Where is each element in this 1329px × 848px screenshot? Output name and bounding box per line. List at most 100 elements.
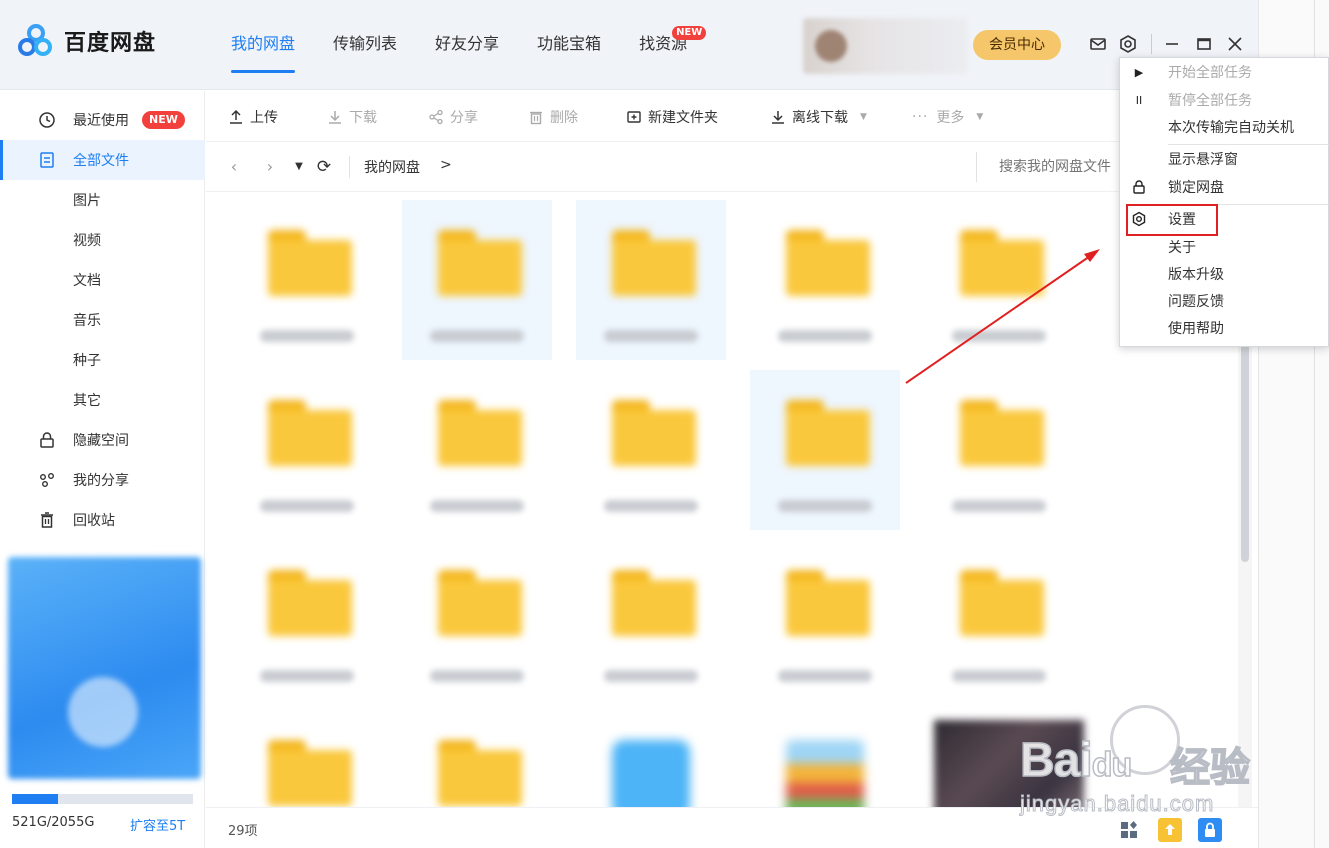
sidebar-item-videos[interactable]: 视频	[0, 220, 205, 260]
file-item[interactable]	[402, 710, 552, 807]
sidebar-item-other[interactable]: 其它	[0, 380, 205, 420]
menu-item-start-all[interactable]: ▶ 开始全部任务	[1120, 60, 1329, 86]
sidebar-item-hidden-space[interactable]: 隐藏空间	[0, 420, 205, 460]
folder-icon	[960, 400, 1044, 466]
promo-banner[interactable]	[8, 557, 201, 779]
refresh-icon[interactable]: ⟳	[314, 157, 334, 177]
mail-icon[interactable]	[1088, 34, 1108, 54]
history-dropdown-icon[interactable]: ▼	[289, 157, 309, 177]
share-button[interactable]: 分享	[428, 91, 478, 142]
sidebar-item-recent[interactable]: 最近使用 NEW	[0, 100, 205, 140]
menu-item-feedback[interactable]: 问题反馈	[1120, 289, 1329, 315]
delete-button[interactable]: 删除	[528, 91, 578, 142]
back-arrow-icon[interactable]: ‹	[224, 157, 244, 177]
expand-storage-link[interactable]: 扩容至5T	[130, 815, 185, 834]
file-name-blurred	[778, 670, 872, 682]
file-item[interactable]	[232, 370, 382, 530]
maximize-icon[interactable]	[1194, 34, 1214, 54]
folder-icon	[438, 740, 522, 806]
more-button[interactable]: ··· 更多 ▼	[912, 91, 983, 142]
tab-find-resources[interactable]: 找资源 NEW	[620, 0, 707, 90]
lock-quick-icon[interactable]	[1198, 818, 1222, 842]
sidebar-item-label: 隐藏空间	[73, 433, 129, 449]
folder-icon	[438, 570, 522, 636]
folder-icon	[786, 570, 870, 636]
file-item[interactable]	[576, 710, 726, 807]
menu-item-auto-shutdown[interactable]: 本次传输完自动关机	[1120, 115, 1329, 141]
menu-item-upgrade[interactable]: 版本升级	[1120, 262, 1329, 288]
search-input[interactable]	[976, 152, 1126, 182]
upload-button[interactable]: 上传	[228, 91, 278, 142]
file-item[interactable]	[750, 710, 900, 807]
play-icon: ▶	[1134, 66, 1144, 79]
file-item[interactable]	[402, 540, 552, 700]
sidebar-item-torrents[interactable]: 种子	[0, 340, 205, 380]
view-toggle-icon[interactable]	[1118, 818, 1142, 842]
menu-item-settings[interactable]: 设置	[1120, 207, 1329, 233]
file-item[interactable]	[576, 200, 726, 360]
menu-item-lock-disk[interactable]: 锁定网盘	[1120, 175, 1329, 201]
sidebar: 最近使用 NEW 全部文件 图片 视频 文档 音乐 种子 其它 隐藏空间 我的分…	[0, 91, 205, 848]
vip-center-button[interactable]: 会员中心	[973, 30, 1061, 60]
divider	[349, 156, 350, 178]
file-name-blurred	[604, 330, 698, 342]
chevron-down-icon: ▼	[860, 111, 867, 122]
tab-my-disk[interactable]: 我的网盘	[212, 0, 314, 90]
sidebar-item-label: 文档	[73, 273, 101, 289]
scrollbar-thumb[interactable]	[1241, 332, 1249, 562]
clock-icon	[38, 111, 56, 129]
file-name-blurred	[952, 670, 1046, 682]
file-item[interactable]	[924, 540, 1074, 700]
upload-quick-icon[interactable]	[1158, 818, 1182, 842]
tab-transfer-list[interactable]: 传输列表	[314, 0, 416, 90]
file-item[interactable]	[576, 370, 726, 530]
sidebar-item-documents[interactable]: 文档	[0, 260, 205, 300]
folder-icon	[438, 230, 522, 296]
title-bar: 百度网盘 我的网盘 传输列表 好友分享 功能宝箱 找资源 NEW 会员中心	[0, 0, 1258, 90]
offline-download-button[interactable]: 离线下载 ▼	[770, 91, 867, 142]
user-profile[interactable]	[803, 18, 968, 74]
sidebar-item-music[interactable]: 音乐	[0, 300, 205, 340]
sidebar-item-all-files[interactable]: 全部文件	[0, 140, 205, 180]
menu-item-floating-window[interactable]: 显示悬浮窗	[1120, 147, 1329, 173]
storage-progress-fill	[12, 794, 58, 804]
sidebar-item-label: 回收站	[73, 513, 115, 529]
file-name-blurred	[430, 330, 524, 342]
sidebar-item-label: 我的分享	[73, 473, 129, 489]
menu-item-pause-all[interactable]: II 暂停全部任务	[1120, 88, 1329, 114]
new-folder-button[interactable]: 新建文件夹	[626, 91, 718, 142]
file-item[interactable]	[402, 370, 552, 530]
folder-icon	[612, 230, 696, 296]
file-item[interactable]	[750, 200, 900, 360]
download-button[interactable]: 下载	[327, 91, 377, 142]
menu-separator	[1168, 144, 1329, 145]
menu-item-about[interactable]: 关于	[1120, 235, 1329, 261]
sidebar-item-my-shares[interactable]: 我的分享	[0, 460, 205, 500]
file-item[interactable]	[576, 540, 726, 700]
navigation-bar: ‹ › ▼ ⟳ 我的网盘 >	[206, 142, 1258, 192]
cloud-logo-icon	[18, 24, 54, 58]
sidebar-item-recycle-bin[interactable]: 回收站	[0, 500, 205, 540]
file-item[interactable]	[232, 710, 382, 807]
folder-icon	[268, 740, 352, 806]
tab-toolbox[interactable]: 功能宝箱	[518, 0, 620, 90]
breadcrumb-root[interactable]: 我的网盘	[364, 157, 420, 177]
tab-friend-share[interactable]: 好友分享	[416, 0, 518, 90]
file-item[interactable]	[750, 370, 900, 530]
close-icon[interactable]	[1225, 34, 1245, 54]
file-name-blurred	[778, 330, 872, 342]
file-item[interactable]	[232, 540, 382, 700]
file-item[interactable]	[402, 200, 552, 360]
file-item[interactable]	[750, 540, 900, 700]
folder-icon	[268, 230, 352, 296]
gear-icon[interactable]	[1118, 34, 1138, 54]
forward-arrow-icon[interactable]: ›	[260, 157, 280, 177]
file-item[interactable]	[232, 200, 382, 360]
menu-item-help[interactable]: 使用帮助	[1120, 316, 1329, 342]
file-item[interactable]	[924, 710, 1084, 807]
file-item[interactable]	[924, 370, 1074, 530]
sidebar-item-pictures[interactable]: 图片	[0, 180, 205, 220]
gear-icon	[1130, 211, 1148, 229]
folder-icon	[612, 570, 696, 636]
minimize-icon[interactable]	[1162, 34, 1182, 54]
